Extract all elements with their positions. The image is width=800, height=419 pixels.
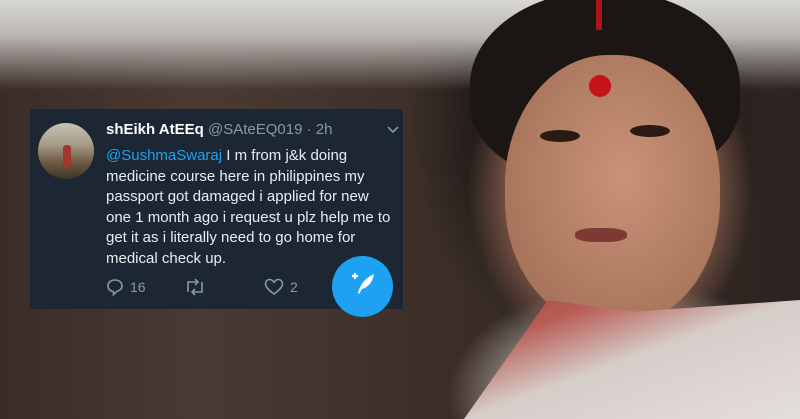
tweet-card[interactable]: shEikh AtEEq @SAteEQ019 · 2h @SushmaSwar… xyxy=(30,109,403,317)
chevron-down-icon[interactable] xyxy=(387,121,399,137)
reply-icon xyxy=(106,278,124,296)
photo-eye-left xyxy=(540,130,580,142)
tweet-header: shEikh AtEEq @SAteEQ019 · 2h xyxy=(106,121,332,138)
header-separator: · xyxy=(306,121,312,138)
retweet-button[interactable] xyxy=(184,278,212,296)
heart-icon xyxy=(264,278,284,296)
compose-tweet-button[interactable] xyxy=(332,256,393,317)
photo-bindi xyxy=(589,75,611,97)
author-handle[interactable]: @SAteEQ019 xyxy=(208,121,302,138)
author-name[interactable]: shEikh AtEEq xyxy=(106,121,204,138)
like-count: 2 xyxy=(290,279,298,295)
avatar-figure xyxy=(63,145,71,167)
tweet-text: @SushmaSwaraj I m from j&k doing medicin… xyxy=(106,146,396,269)
compose-tweet-icon xyxy=(348,269,378,304)
reply-button[interactable]: 16 xyxy=(106,278,146,296)
like-button[interactable]: 2 xyxy=(264,278,298,296)
tweet-time[interactable]: 2h xyxy=(316,121,333,138)
tweet-body-text: I m from j&k doing medicine course here … xyxy=(106,147,391,267)
photo-lips xyxy=(575,228,627,242)
mention-link[interactable]: @SushmaSwaraj xyxy=(106,147,222,164)
reply-count: 16 xyxy=(130,279,146,295)
photo-face xyxy=(505,55,720,325)
retweet-icon xyxy=(184,278,206,296)
photo-eye-right xyxy=(630,125,670,137)
avatar[interactable] xyxy=(38,123,94,179)
photo-sindoor xyxy=(596,0,602,30)
